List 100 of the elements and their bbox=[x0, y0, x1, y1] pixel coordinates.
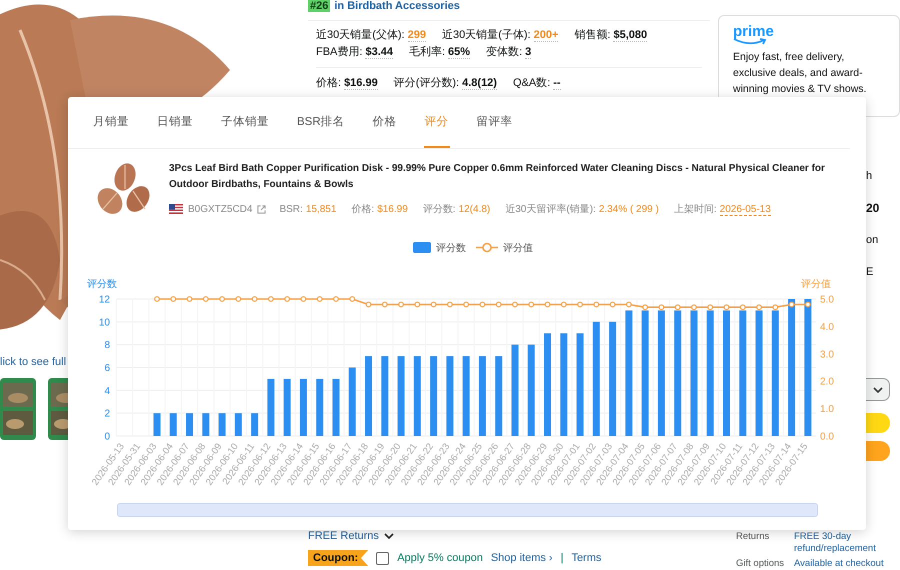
stat-label: 毛利率: bbox=[408, 46, 446, 58]
bar[interactable] bbox=[609, 322, 616, 436]
meta-label: 近30天留评率(销量): bbox=[505, 204, 596, 215]
detail-label: Returns bbox=[736, 530, 770, 544]
stat-label: 变体数: bbox=[486, 46, 522, 58]
bar[interactable] bbox=[674, 310, 682, 436]
bar[interactable] bbox=[756, 310, 763, 436]
bar[interactable] bbox=[495, 356, 502, 436]
tab[interactable]: 价格 bbox=[372, 97, 398, 148]
stat-label: Q&A数: bbox=[512, 77, 550, 89]
bar[interactable] bbox=[430, 356, 438, 436]
point bbox=[300, 296, 306, 302]
bar[interactable] bbox=[381, 356, 388, 436]
range-slider[interactable] bbox=[117, 503, 818, 517]
axis-label: 2.0 bbox=[820, 376, 834, 388]
point bbox=[544, 302, 550, 308]
bar[interactable] bbox=[772, 310, 779, 436]
stat-value: $5,080 bbox=[613, 29, 648, 42]
bar[interactable] bbox=[788, 299, 796, 436]
stat-value: -- bbox=[553, 77, 561, 90]
meta-label: 价格: bbox=[351, 204, 374, 215]
stat-label: 近30天销量(子体): bbox=[442, 29, 531, 41]
bar[interactable] bbox=[739, 310, 746, 436]
bar[interactable] bbox=[462, 356, 470, 436]
axis-title: 评分值 bbox=[801, 279, 831, 290]
coupon-badge: Coupon: bbox=[308, 550, 368, 566]
separator: | bbox=[560, 552, 564, 564]
bar[interactable] bbox=[234, 413, 242, 436]
shop-items-link[interactable]: Shop items › bbox=[490, 552, 553, 564]
bar[interactable] bbox=[642, 310, 649, 436]
meta-label: 评分数: bbox=[422, 204, 456, 215]
chevron-down-icon bbox=[873, 386, 883, 393]
bar[interactable] bbox=[332, 378, 340, 436]
bar[interactable] bbox=[446, 356, 454, 436]
category-link[interactable]: in Birdbath Accessories bbox=[334, 0, 460, 12]
axis-label: 0.0 bbox=[820, 432, 834, 442]
point bbox=[430, 302, 437, 308]
bar[interactable] bbox=[218, 413, 226, 436]
product-title[interactable]: 3Pcs Leaf Bird Bath Copper Purification Disk - 99.99% Pure Copper 0.6mm Reinforced Water Cleaning Discs - Natural Physical Cleaner for Outdoor Birdbaths, Fountains & Bowls bbox=[169, 161, 836, 193]
stat-label: 销售额: bbox=[574, 29, 610, 41]
bar[interactable] bbox=[251, 413, 258, 436]
bar[interactable] bbox=[576, 333, 584, 436]
bar[interactable] bbox=[398, 356, 405, 436]
checkbox[interactable] bbox=[376, 552, 390, 564]
point bbox=[414, 302, 420, 308]
stat-value: 65% bbox=[448, 46, 470, 59]
bar[interactable] bbox=[511, 344, 518, 436]
bar[interactable] bbox=[528, 344, 535, 436]
bar[interactable] bbox=[170, 413, 177, 436]
point bbox=[674, 304, 681, 310]
legend-label[interactable]: 评分值 bbox=[503, 243, 533, 254]
smile-icon bbox=[733, 38, 767, 46]
bar[interactable] bbox=[365, 356, 372, 436]
meta-value: 15,851 bbox=[306, 204, 336, 214]
bar[interactable] bbox=[316, 378, 324, 436]
point bbox=[658, 304, 664, 310]
point bbox=[480, 302, 486, 308]
stat-value: 4.8(12) bbox=[462, 77, 497, 90]
bar[interactable] bbox=[186, 413, 194, 436]
bar[interactable] bbox=[202, 413, 210, 436]
bar[interactable] bbox=[804, 299, 812, 436]
axis-label: 3.0 bbox=[820, 349, 834, 360]
bar[interactable] bbox=[284, 378, 291, 436]
stat-label: 价格: bbox=[316, 77, 342, 89]
bar[interactable] bbox=[414, 356, 421, 436]
text-fragment: on bbox=[866, 232, 880, 248]
point bbox=[788, 302, 794, 308]
bar[interactable] bbox=[592, 322, 600, 436]
bar[interactable] bbox=[478, 356, 486, 436]
point bbox=[366, 302, 372, 308]
bar[interactable] bbox=[300, 378, 307, 436]
bar[interactable] bbox=[560, 333, 568, 436]
bar[interactable] bbox=[348, 368, 356, 436]
point bbox=[446, 302, 453, 308]
point bbox=[528, 302, 534, 308]
returns-link[interactable]: FREE Returns bbox=[308, 530, 379, 542]
point bbox=[560, 302, 567, 308]
tab[interactable]: 留评率 bbox=[476, 97, 514, 148]
bar[interactable] bbox=[625, 310, 632, 436]
detail-link[interactable]: Available at checkout bbox=[794, 558, 894, 570]
legend-label[interactable]: 评分数 bbox=[436, 243, 466, 254]
prime-description: Enjoy fast, free delivery, exclusive deals, and award-winning movies & TV shows. bbox=[733, 50, 868, 97]
detail-link[interactable]: FREE 30-day refund/replacement bbox=[794, 530, 894, 555]
bar[interactable] bbox=[706, 310, 714, 436]
bar[interactable] bbox=[658, 310, 665, 436]
point bbox=[496, 302, 502, 308]
tab[interactable]: BSR排名 bbox=[296, 97, 346, 148]
meta-value: 12(4.8) bbox=[458, 204, 490, 215]
legend-bar-icon[interactable] bbox=[413, 242, 431, 253]
prime-logo: prime bbox=[733, 24, 773, 39]
legend-line-icon[interactable] bbox=[476, 242, 498, 252]
point bbox=[512, 302, 518, 308]
meta-value: $16.99 bbox=[377, 204, 408, 215]
bar[interactable] bbox=[267, 378, 274, 436]
axis-label: 4 bbox=[104, 386, 110, 397]
point bbox=[691, 304, 697, 310]
bar[interactable] bbox=[153, 413, 160, 436]
text-fragment: h bbox=[866, 168, 874, 184]
bar[interactable] bbox=[690, 310, 698, 436]
terms-link[interactable]: Terms bbox=[571, 552, 602, 564]
